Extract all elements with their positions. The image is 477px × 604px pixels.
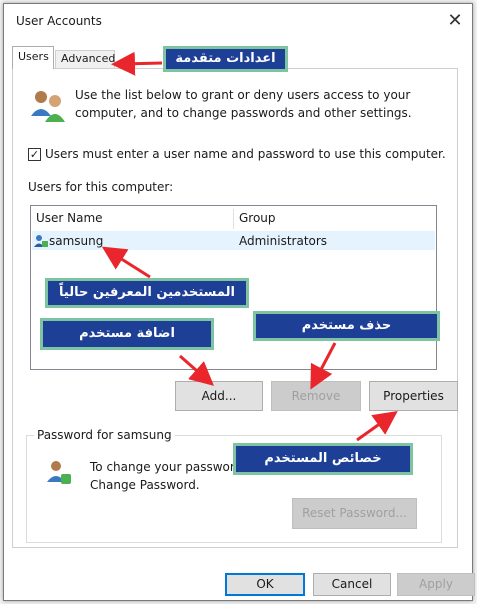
user-password-icon — [47, 461, 71, 484]
intro-text: Use the list below to grant or deny user… — [75, 88, 412, 120]
callout-current-users: المستخدمين المعرفين حالياً — [45, 278, 249, 308]
password-instructions-line1: To change your passwor — [90, 460, 235, 474]
column-separator — [233, 209, 234, 229]
callout-add-user: اضافة مستخدم — [40, 318, 214, 350]
users-icon — [31, 91, 65, 122]
column-header-user-name[interactable]: User Name — [36, 211, 103, 225]
users-list-label: Users for this computer: — [28, 180, 174, 194]
require-password-label: Users must enter a user name and passwor… — [45, 147, 446, 161]
callout-advanced-settings: اعدادات متقدمة — [163, 46, 288, 72]
password-group-legend: Password for samsung — [34, 428, 175, 442]
column-header-group[interactable]: Group — [239, 211, 276, 225]
callout-user-properties: خصائص المستخدم — [233, 443, 413, 475]
cancel-button[interactable]: Cancel — [313, 573, 391, 596]
user-name-cell: samsung — [49, 234, 104, 248]
properties-button[interactable]: Properties — [369, 381, 458, 411]
tab-users[interactable]: Users — [12, 46, 54, 69]
group-cell: Administrators — [239, 234, 328, 248]
user-icon — [34, 235, 48, 247]
apply-button[interactable]: Apply — [397, 573, 475, 596]
ok-button[interactable]: OK — [225, 573, 305, 596]
close-icon[interactable]: ✕ — [444, 10, 466, 32]
change-password-text: Change Password. — [90, 478, 200, 492]
reset-password-button[interactable]: Reset Password... — [292, 498, 417, 529]
callout-remove-user: حذف مستخدم — [253, 311, 440, 341]
require-password-checkbox[interactable]: ✓ — [28, 148, 41, 161]
title-bar: User Accounts ✕ — [4, 4, 472, 38]
password-instructions: To change your passwor Change Password. — [90, 458, 250, 494]
window-title: User Accounts — [16, 14, 102, 28]
add-button[interactable]: Add... — [175, 381, 263, 411]
tab-advanced[interactable]: Advanced — [55, 50, 115, 68]
remove-button[interactable]: Remove — [271, 381, 361, 411]
